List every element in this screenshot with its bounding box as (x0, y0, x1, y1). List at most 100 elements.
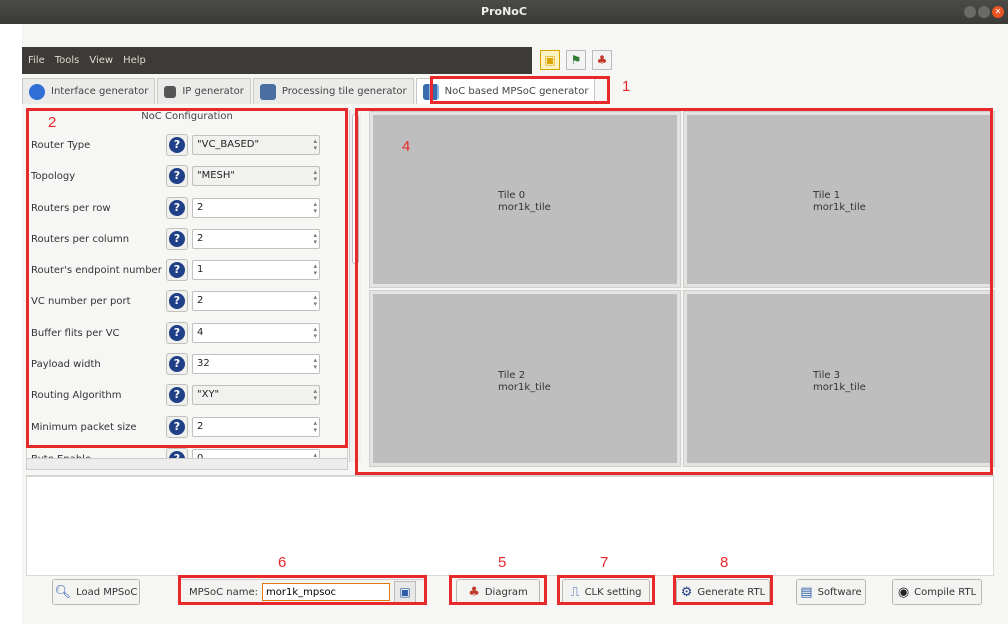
help-icon[interactable]: ? (166, 228, 188, 250)
chip-icon[interactable]: ▣ (540, 50, 560, 70)
hierarchy-icon[interactable]: ♣ (592, 50, 612, 70)
param-label: Router Type (31, 139, 91, 151)
hierarchy-icon: ♣ (468, 584, 480, 600)
param-row: Routing Algorithm ? "XY" ▴ ▾ (31, 383, 347, 407)
message-area (26, 476, 994, 576)
maximize-button[interactable] (978, 6, 990, 18)
noc-configuration-panel: NoC Configuration Router Type ? "VC_BASE… (26, 108, 348, 468)
button-label: Diagram (484, 586, 528, 598)
param-label: Routers per column (31, 233, 130, 245)
minimize-button[interactable] (964, 6, 976, 18)
annotation-number-4: 4 (402, 138, 411, 155)
close-button[interactable]: ✕ (992, 6, 1004, 18)
buffer-flits-spinner[interactable]: 4 ▴ ▾ (192, 323, 320, 343)
flag-icon[interactable]: ⚑ (566, 50, 586, 70)
code-icon: ▤ (800, 584, 813, 600)
tile-name: Tile 0 (498, 190, 526, 201)
param-row: VC number per port ? 2 ▴ ▾ (31, 289, 347, 313)
param-label: Minimum packet size (31, 421, 137, 433)
button-label: Compile RTL (914, 586, 977, 598)
tab-noc-mpsoc-generator[interactable]: NoC based MPSoC generator (415, 78, 596, 104)
help-icon[interactable]: ? (166, 134, 188, 156)
help-icon[interactable]: ? (166, 259, 188, 281)
window-controls: ✕ (964, 6, 1004, 18)
tab-processing-tile-generator[interactable]: Processing tile generator (252, 78, 414, 104)
clock-wave-icon: ⎍ (570, 584, 580, 600)
gear-icon: ⚙ (680, 584, 693, 600)
help-icon[interactable]: ? (166, 384, 188, 406)
scrollbar-thumb[interactable] (352, 114, 359, 264)
param-label: Payload width (31, 358, 101, 370)
tab-interface-generator[interactable]: Interface generator (22, 78, 156, 104)
window-title: ProNoC (481, 5, 527, 18)
help-icon[interactable]: ? (166, 290, 188, 312)
menu-help[interactable]: Help (123, 55, 146, 66)
software-button[interactable]: ▤ Software (796, 579, 866, 605)
noc-config-title: NoC Configuration (141, 111, 233, 122)
noc-grid-icon (422, 83, 439, 100)
topology-select[interactable]: "MESH" ▴ ▾ (192, 166, 320, 186)
button-label: CLK setting (584, 586, 642, 598)
help-icon[interactable]: ? (166, 165, 188, 187)
tile-0[interactable]: Tile 0 mor1k_tile (369, 111, 681, 288)
tab-bar: Interface generator IP generator Process… (22, 78, 597, 104)
window-titlebar: ProNoC ✕ (0, 0, 1008, 24)
tab-label: Processing tile generator (281, 86, 407, 97)
router-type-select[interactable]: "VC_BASED" ▴ ▾ (192, 135, 320, 155)
mpsoc-name-input[interactable] (262, 583, 391, 601)
tile-name: Tile 2 (498, 370, 526, 381)
payload-width-spinner[interactable]: 32 ▴ ▾ (192, 354, 320, 374)
generate-rtl-button[interactable]: ⚙ Generate RTL (676, 579, 770, 605)
button-label: Generate RTL (697, 586, 766, 598)
help-icon[interactable]: ? (166, 353, 188, 375)
tile-type: mor1k_tile (813, 202, 866, 213)
param-label: Routing Algorithm (31, 389, 122, 401)
param-row: Topology ? "MESH" ▴ ▾ (31, 164, 347, 188)
button-label: Software (817, 586, 862, 598)
param-label: VC number per port (31, 295, 131, 307)
help-icon[interactable]: ? (166, 197, 188, 219)
routers-per-column-spinner[interactable]: 2 ▴ ▾ (192, 229, 320, 249)
menu-view[interactable]: View (89, 55, 113, 66)
help-icon[interactable]: ? (166, 416, 188, 438)
tile-name: Tile 1 (813, 190, 841, 201)
param-label: Topology (31, 170, 76, 182)
tile-3[interactable]: Tile 3 mor1k_tile (683, 290, 995, 467)
menu-tools[interactable]: Tools (55, 55, 80, 66)
save-icon[interactable]: ▣ (394, 581, 417, 603)
tile-1[interactable]: Tile 1 mor1k_tile (683, 111, 995, 288)
load-mpsoc-button[interactable]: 🔍︎ Load MPSoC (52, 579, 140, 605)
param-row: Minimum packet size ? 2 ▴ ▾ (31, 415, 347, 439)
compile-rtl-button[interactable]: ◉ Compile RTL (892, 579, 982, 605)
tab-ip-generator[interactable]: IP generator (157, 78, 251, 104)
tile-name: Tile 3 (813, 370, 841, 381)
mpsoc-name-label: MPSoC name: (189, 586, 259, 598)
param-row: Buffer flits per VC ? 4 ▴ ▾ (31, 321, 347, 345)
vertical-scrollbar[interactable] (349, 110, 361, 462)
help-icon[interactable]: ? (166, 322, 188, 344)
diagram-button[interactable]: ♣ Diagram (456, 579, 540, 605)
param-label: Router's endpoint number (31, 264, 162, 276)
button-label: Load MPSoC (76, 586, 138, 598)
vc-number-spinner[interactable]: 2 ▴ ▾ (192, 291, 320, 311)
menu-file[interactable]: File (28, 55, 45, 66)
param-label: Routers per row (31, 202, 111, 214)
tile-type: mor1k_tile (498, 202, 551, 213)
routers-per-row-spinner[interactable]: 2 ▴ ▾ (192, 198, 320, 218)
compile-icon: ◉ (897, 584, 910, 600)
magnifier-icon: 🔍︎ (54, 584, 72, 600)
clk-setting-button[interactable]: ⎍ CLK setting (562, 579, 650, 605)
endpoint-number-spinner[interactable]: 1 ▴ ▾ (192, 260, 320, 280)
param-row: Routers per column ? 2 ▴ ▾ (31, 227, 347, 251)
horizontal-scrollbar[interactable] (26, 458, 348, 470)
chip-icon (164, 85, 177, 98)
min-packet-size-spinner[interactable]: 2 ▴ ▾ (192, 417, 320, 437)
param-label: Buffer flits per VC (31, 327, 120, 339)
annotation-number-1: 1 (622, 78, 631, 95)
annotation-number-2: 2 (48, 114, 57, 131)
tile-2[interactable]: Tile 2 mor1k_tile (369, 290, 681, 467)
routing-algorithm-select[interactable]: "XY" ▴ ▾ (192, 385, 320, 405)
tile-type: mor1k_tile (813, 382, 866, 393)
tab-label: NoC based MPSoC generator (444, 86, 589, 97)
tile-type: mor1k_tile (498, 382, 551, 393)
